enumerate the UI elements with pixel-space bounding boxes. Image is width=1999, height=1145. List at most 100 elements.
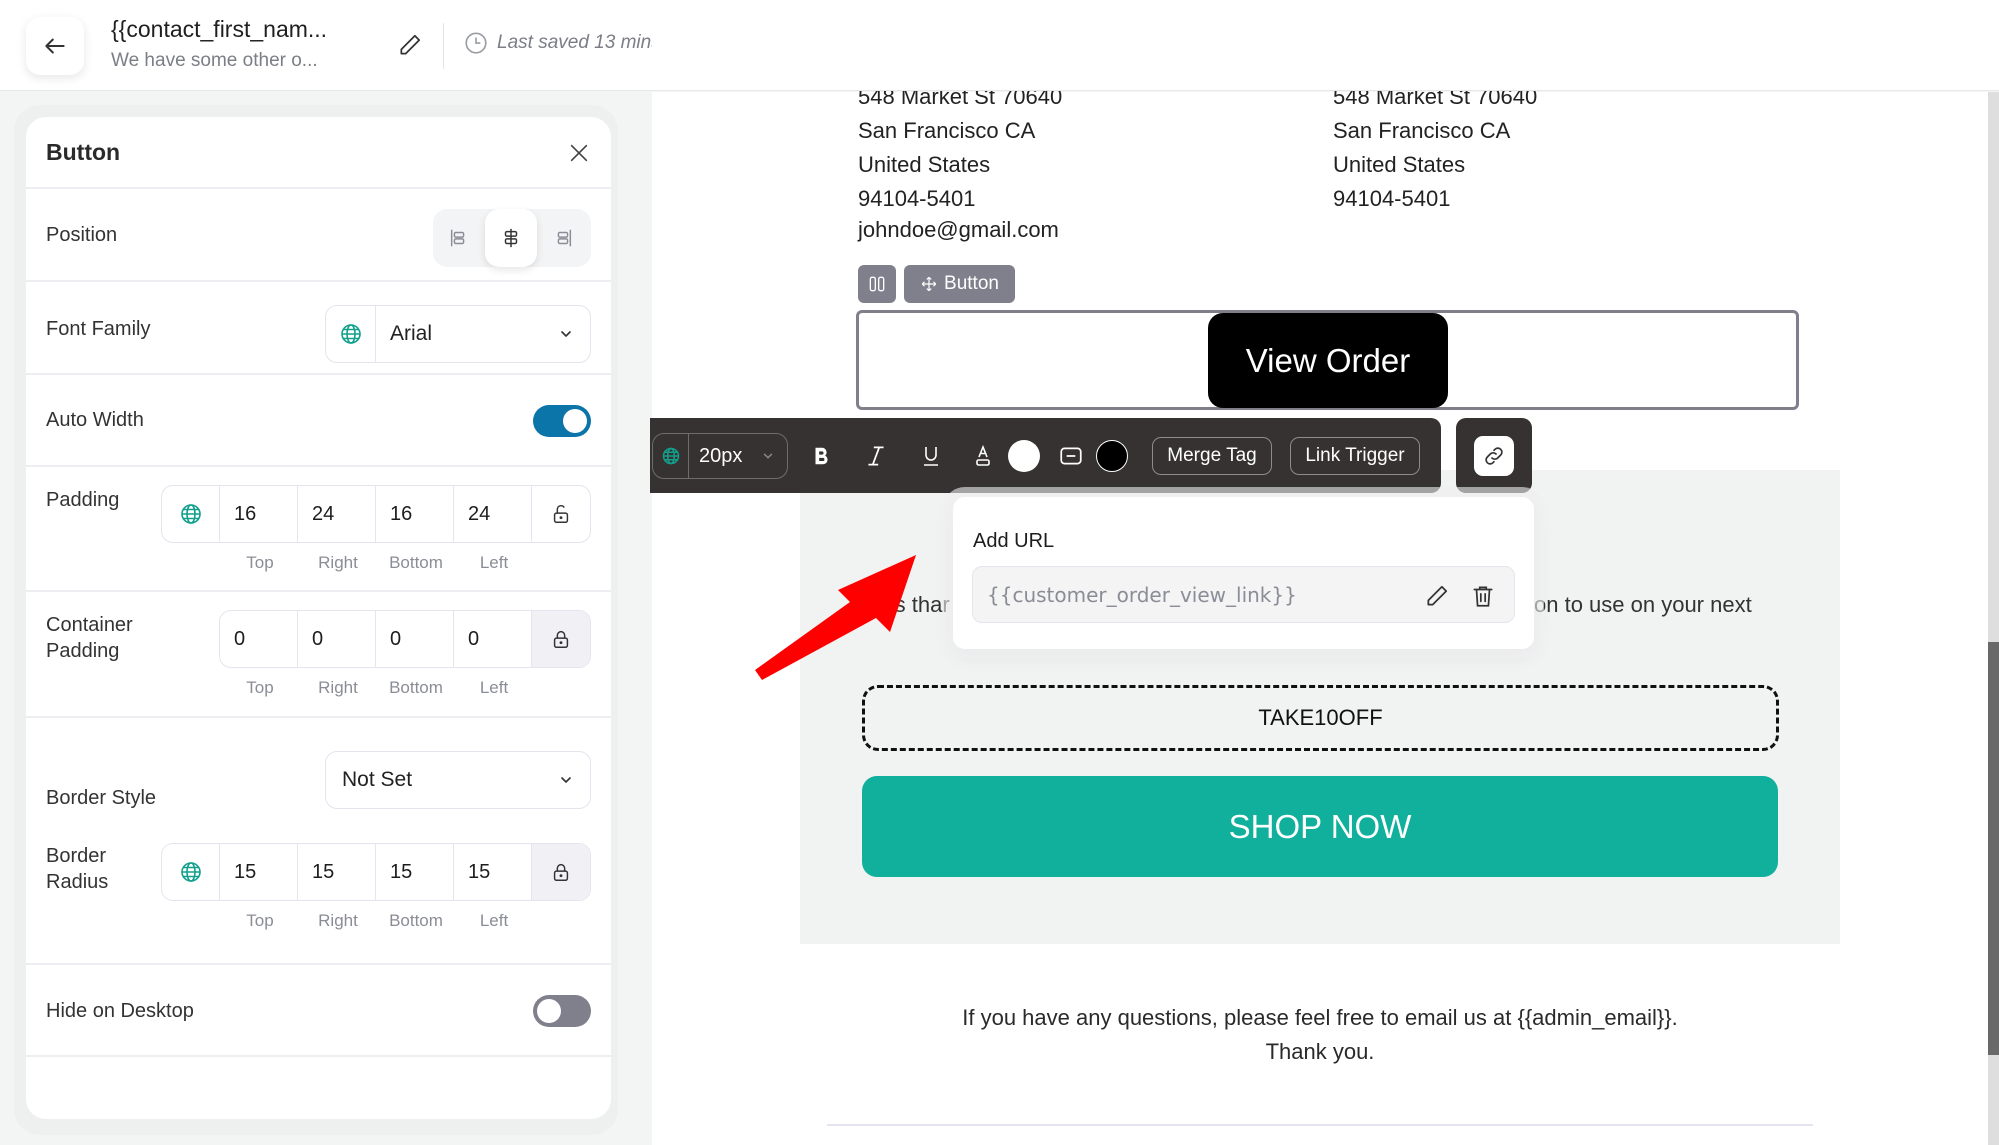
view-order-button[interactable]: View Order	[1208, 313, 1448, 408]
side-label: Top	[246, 678, 274, 697]
border-style-select[interactable]: Not Set	[325, 751, 591, 809]
align-center-icon	[504, 228, 518, 248]
side-label: Bottom	[389, 911, 443, 930]
radius-top-input[interactable]	[234, 860, 297, 884]
container-padding-right-input[interactable]	[312, 627, 375, 651]
unlock-icon	[553, 504, 569, 523]
underline-icon	[924, 447, 938, 466]
font-size-value: 20px	[699, 444, 743, 467]
global-size-toggle[interactable]	[653, 434, 689, 478]
container-padding-top-input[interactable]	[234, 627, 297, 651]
close-panel-button[interactable]	[565, 139, 593, 167]
panel-title: Button	[46, 139, 121, 165]
padding-left-input[interactable]	[468, 502, 531, 526]
footer-contact-text: If you have any questions, please feel f…	[962, 1005, 1678, 1030]
padding-lock-button[interactable]	[532, 486, 590, 542]
link-trigger-button[interactable]: Link Trigger	[1290, 437, 1420, 475]
text-color-swatch[interactable]	[1008, 440, 1040, 472]
radius-lock-button[interactable]	[532, 844, 590, 900]
underline-button[interactable]	[913, 438, 949, 474]
hide-on-desktop-toggle[interactable]	[533, 995, 591, 1027]
bold-button[interactable]	[803, 438, 839, 474]
button-settings-panel: Button Position Font Family Arial Auto W…	[26, 117, 611, 1119]
container-padding-bottom-input[interactable]	[390, 627, 453, 651]
container-padding-left-input[interactable]	[468, 627, 531, 651]
desktop-icon	[1260, 34, 1286, 55]
coupon-code: TAKE10OFF	[1258, 705, 1383, 730]
shop-now-button[interactable]: SHOP NOW	[862, 776, 1778, 877]
global-padding-toggle[interactable]	[162, 486, 220, 542]
radius-left-input[interactable]	[468, 860, 531, 884]
padding-side-labels: Top Right Bottom Left	[221, 553, 533, 573]
align-left-button[interactable]	[433, 209, 485, 267]
font-size-select[interactable]: 20px	[652, 433, 788, 479]
edit-title-button[interactable]	[393, 28, 427, 62]
position-label: Position	[46, 224, 118, 246]
delete-url-button[interactable]	[1467, 580, 1499, 612]
canvas-scrollbar[interactable]	[1988, 92, 1999, 1145]
trash-icon	[1473, 586, 1493, 607]
block-drag-chip[interactable]: Button	[904, 265, 1015, 303]
background-color-button[interactable]	[1053, 438, 1089, 474]
auto-width-row: Auto Width	[26, 375, 611, 467]
font-family-value: Arial	[390, 322, 433, 345]
padding-right-input[interactable]	[312, 502, 375, 526]
address-line: 94104-5401	[858, 186, 976, 211]
side-label: Bottom	[389, 678, 443, 697]
address-line: 548 Market St 70640	[1333, 84, 1538, 109]
italic-icon	[868, 446, 884, 466]
background-color-swatch[interactable]	[1096, 440, 1128, 472]
position-row: Position	[26, 189, 611, 282]
scrollbar-thumb[interactable]	[1988, 642, 1999, 1055]
label-line: Radius	[46, 871, 109, 893]
link-button[interactable]	[1474, 435, 1514, 476]
side-label: Right	[318, 678, 358, 697]
global-radius-toggle[interactable]	[162, 844, 220, 900]
save-button[interactable]: Save	[1876, 16, 1973, 74]
lock-icon	[553, 863, 569, 881]
edit-url-button[interactable]	[1421, 580, 1453, 612]
container-padding-label: Container Padding	[46, 612, 133, 664]
pencil-icon	[1427, 585, 1448, 606]
position-segmented-control	[433, 209, 591, 267]
auto-width-label: Auto Width	[46, 409, 144, 431]
radius-side-labels: Top Right Bottom Left	[221, 911, 533, 931]
align-center-button[interactable]	[485, 209, 537, 267]
mobile-view-button[interactable]	[1304, 16, 1362, 74]
italic-button[interactable]	[858, 438, 894, 474]
merge-tag-button[interactable]: Merge Tag	[1152, 437, 1272, 475]
back-button[interactable]	[26, 17, 84, 75]
address-line: San Francisco CA	[858, 118, 1036, 143]
padding-top-input[interactable]	[234, 502, 297, 526]
side-label: Left	[479, 911, 509, 930]
border-style-label: Border Style	[46, 787, 157, 809]
text-color-button[interactable]	[965, 438, 1001, 474]
container-padding-side-labels: Top Right Bottom Left	[221, 678, 533, 698]
radius-bottom-input[interactable]	[390, 860, 453, 884]
move-icon	[921, 276, 937, 292]
mobile-icon	[1325, 32, 1341, 58]
pencil-icon	[400, 34, 421, 55]
auto-width-toggle[interactable]	[533, 405, 591, 437]
template-title[interactable]: {{contact_first_nam...	[111, 14, 327, 44]
font-family-select[interactable]: Arial	[325, 305, 591, 363]
desktop-view-button[interactable]	[1244, 16, 1302, 74]
side-label: Bottom	[389, 553, 443, 572]
global-font-toggle[interactable]	[326, 306, 376, 362]
add-url-label: Add URL	[973, 530, 1055, 552]
column-layout-chip[interactable]	[858, 265, 896, 303]
block-type-label: Button	[944, 273, 999, 294]
font-family-label: Font Family	[46, 318, 151, 340]
side-label: Left	[479, 678, 509, 697]
url-input[interactable]	[987, 567, 1387, 622]
customer-email: johndoe@gmail.com	[858, 217, 1059, 242]
radius-right-input[interactable]	[312, 860, 375, 884]
border-radius-inputs	[161, 843, 591, 901]
align-right-button[interactable]	[537, 209, 589, 267]
preview-and-test-button[interactable]: Preview and Test	[1641, 16, 1856, 74]
arrow-left-icon	[45, 38, 65, 54]
container-padding-lock-button[interactable]	[532, 611, 590, 667]
top-header: {{contact_first_nam... We have some othe…	[0, 0, 1999, 91]
container-padding-inputs	[219, 610, 591, 668]
padding-bottom-input[interactable]	[390, 502, 453, 526]
